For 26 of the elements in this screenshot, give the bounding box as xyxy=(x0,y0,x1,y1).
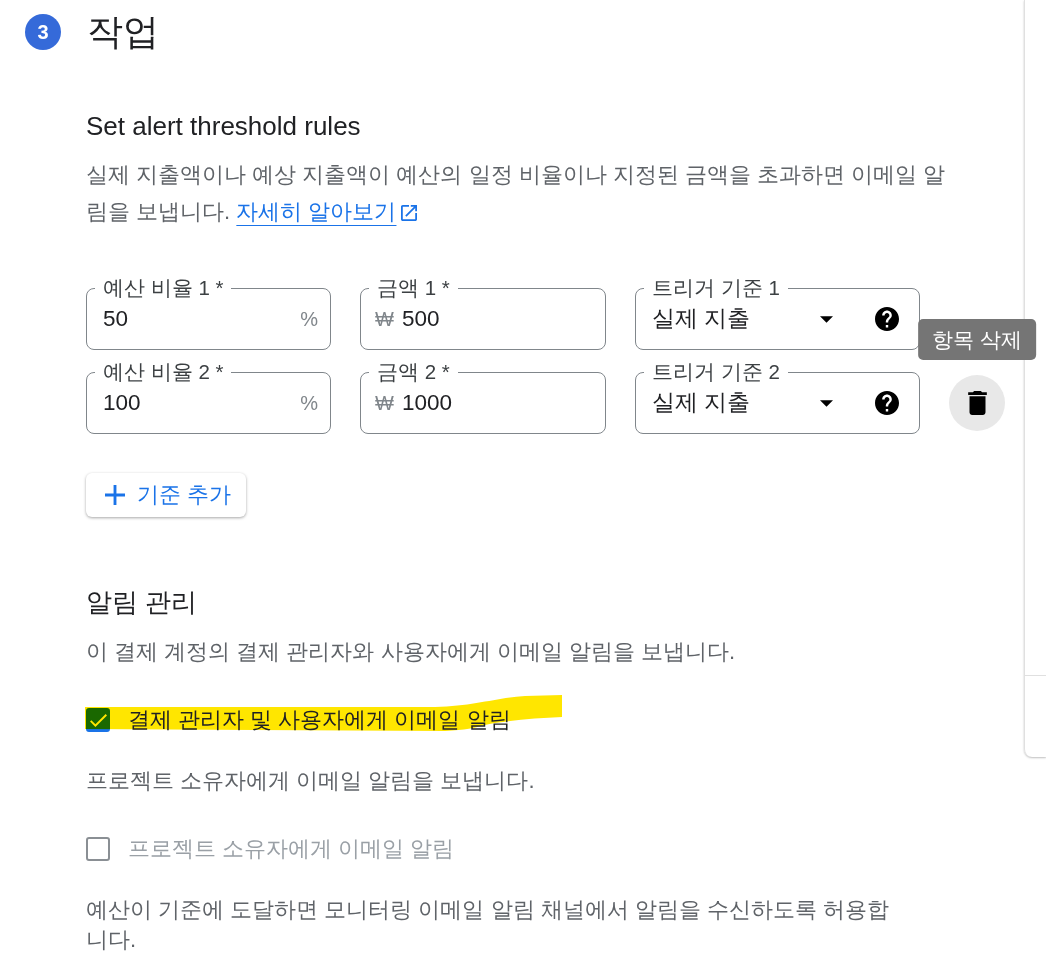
tooltip: 항목 삭제 xyxy=(918,319,1036,360)
help-icon[interactable] xyxy=(875,391,899,415)
delete-button[interactable] xyxy=(949,375,1005,431)
section-heading: 알림 관리 xyxy=(86,586,199,618)
dropdown-caret-icon xyxy=(820,399,833,407)
trash-icon xyxy=(967,391,987,415)
checkbox[interactable] xyxy=(86,708,110,732)
step-title: 작업 xyxy=(87,10,159,54)
description-text: 프로젝트 소유자에게 이메일 알림을 보냅니다. xyxy=(86,767,536,795)
description-text: 실제 지출액이나 예상 지출액이 예산의 일정 비율이나 지정된 금액을 초과하면 이메일 알림을 보냅니다. 자세히 알아보기 xyxy=(86,161,947,226)
budget-percent-field[interactable]: 예산 비율 2 * 100 % xyxy=(86,361,331,434)
amount-field[interactable]: 금액 2 * ₩ 1000 xyxy=(360,361,606,434)
learn-more-link[interactable]: 자세히 알아보기 xyxy=(236,199,418,224)
help-icon[interactable] xyxy=(875,307,899,331)
section-heading: Set alert threshold rules xyxy=(86,110,362,143)
dropdown-caret-icon xyxy=(820,315,833,323)
trigger-select[interactable]: 트리거 기준 2 실제 지출 xyxy=(635,361,920,434)
step-number-badge: 3 xyxy=(25,14,61,50)
external-link-icon xyxy=(401,205,418,221)
amount-field[interactable]: 금액 1 * ₩ 500 xyxy=(360,277,606,350)
trigger-select[interactable]: 트리거 기준 1 실제 지출 xyxy=(635,277,920,350)
add-criterion-button[interactable]: 기준 추가 xyxy=(86,473,247,517)
description-text: 예산이 기준에 도달하면 모니터링 이메일 알림 채널에서 알림을 수신하도록 허용합니다. xyxy=(86,896,890,954)
description-text: 이 결제 계정의 결제 관리자와 사용자에게 이메일 알림을 보냅니다. xyxy=(86,638,736,666)
budget-percent-field[interactable]: 예산 비율 1 * 50 % xyxy=(86,277,331,350)
plus-icon xyxy=(105,485,125,505)
